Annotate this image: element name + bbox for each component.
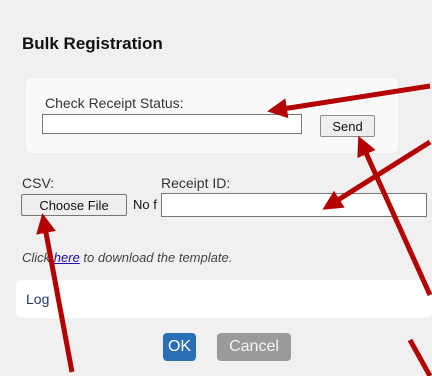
receipt-id-label: Receipt ID: <box>161 175 231 191</box>
template-download-note: Click here to download the template. <box>22 250 232 265</box>
receipt-id-input[interactable] <box>161 193 427 217</box>
choose-file-button[interactable]: Choose File <box>21 194 127 216</box>
log-label[interactable]: Log <box>26 291 49 307</box>
arrow-from-bottom-right <box>407 338 432 376</box>
cancel-button[interactable]: Cancel <box>217 333 291 361</box>
template-note-suffix: to download the template. <box>79 250 233 265</box>
log-panel[interactable]: Log <box>16 280 432 318</box>
csv-label: CSV: <box>22 175 55 191</box>
ok-button[interactable]: OK <box>163 333 196 361</box>
receipt-status-label: Check Receipt Status: <box>45 95 184 111</box>
file-status-text: No f <box>133 197 157 212</box>
receipt-status-panel: Check Receipt Status: Send <box>26 78 398 153</box>
template-note-prefix: Click <box>22 250 54 265</box>
template-download-link[interactable]: here <box>54 250 80 265</box>
receipt-status-input[interactable] <box>42 114 302 134</box>
dialog-title: Bulk Registration <box>22 34 163 53</box>
arrow-to-send-button <box>357 135 432 297</box>
send-button[interactable]: Send <box>320 115 375 137</box>
